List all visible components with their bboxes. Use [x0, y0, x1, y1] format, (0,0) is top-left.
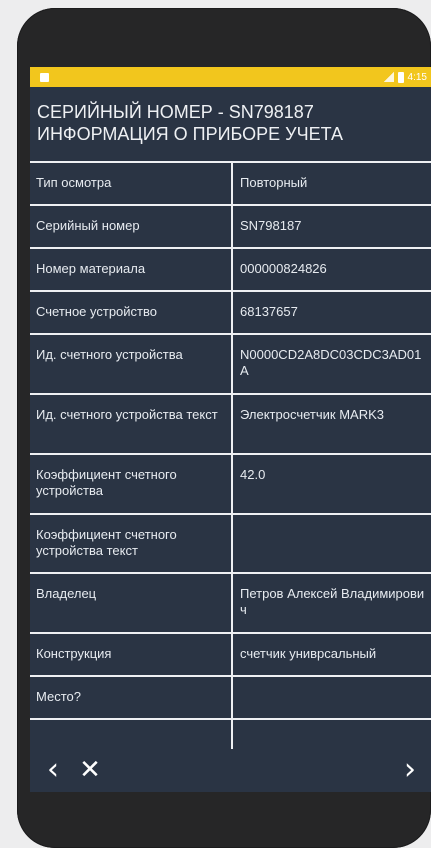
row-value: 000000824826 [240, 261, 327, 276]
table-row: Коэффициент счетного устройства 42.0 [30, 455, 431, 515]
close-icon[interactable]: ✕ [75, 755, 105, 785]
table-row: Владелец Петров Алексей Владимирович [30, 574, 431, 634]
row-label: Конструкция [30, 634, 233, 675]
table-row: Тип осмотра Повторный [30, 163, 431, 206]
row-value: 68137657 [240, 304, 298, 319]
signal-icon [383, 72, 394, 82]
page-title: СЕРИЙНЫЙ НОМЕР - SN798187 ИНФОРМАЦИЯ О П… [37, 101, 343, 145]
battery-icon [397, 71, 404, 83]
title-line-serial: СЕРИЙНЫЙ НОМЕР - SN798187 [37, 102, 314, 122]
title-line-info: ИНФОРМАЦИЯ О ПРИБОРЕ УЧЕТА [37, 124, 344, 144]
table-row: Ид. счетного устройства текст Электросче… [30, 395, 431, 455]
app-screen: 4:15 СЕРИЙНЫЙ НОМЕР - SN798187 ИНФОРМАЦИ… [30, 67, 431, 792]
row-label: Ид. счетного устройства [30, 335, 233, 393]
row-label: Место? [30, 677, 233, 718]
row-value: Петров Алексей Владимирович [240, 586, 425, 617]
row-label: Коэффициент счетного устройства текст [30, 515, 233, 572]
table-row: Номер материала 000000824826 [30, 249, 431, 292]
chevron-left-icon[interactable]: ‹ [38, 755, 68, 785]
table-row: Счетное устройство 68137657 [30, 292, 431, 335]
status-time: 4:15 [407, 71, 427, 83]
row-label: Счетное устройство [30, 292, 233, 333]
row-value [233, 515, 431, 572]
bottom-navigation-bar: ‹ ✕ › [30, 749, 431, 792]
row-label: Владелец [30, 574, 233, 632]
row-value: N0000CD2A8DC03CDC3AD01A [240, 347, 422, 378]
status-bar: 4:15 [30, 67, 431, 87]
row-label: Ид. счетного устройства текст [30, 395, 233, 453]
status-icons: 4:15 [383, 70, 427, 84]
row-label: Коэффициент счетного устройства [30, 455, 233, 513]
notification-icon [40, 73, 49, 82]
row-label: Серийный номер [30, 206, 233, 247]
table-row: Ид. счетного устройства N0000CD2A8DC03CD… [30, 335, 431, 395]
row-value: 42.0 [240, 467, 266, 482]
row-value: счетчик униврсальный [240, 646, 377, 661]
chevron-right-icon[interactable]: › [395, 755, 425, 785]
row-value [233, 677, 431, 718]
row-value: SN798187 [240, 218, 302, 233]
table-row: Коэффициент счетного устройства текст [30, 515, 431, 574]
row-value: Электросчетчик MARK3 [240, 407, 384, 422]
table-row: Серийный номер SN798187 [30, 206, 431, 249]
row-label: Тип осмотра [30, 163, 233, 204]
row-label: Номер материала [30, 249, 233, 290]
row-value: Повторный [240, 175, 308, 190]
table-row: Место? [30, 677, 431, 720]
table-row: Конструкция счетчик униврсальный [30, 634, 431, 677]
meter-info-table: Тип осмотра Повторный Серийный номер SN7… [30, 161, 431, 761]
